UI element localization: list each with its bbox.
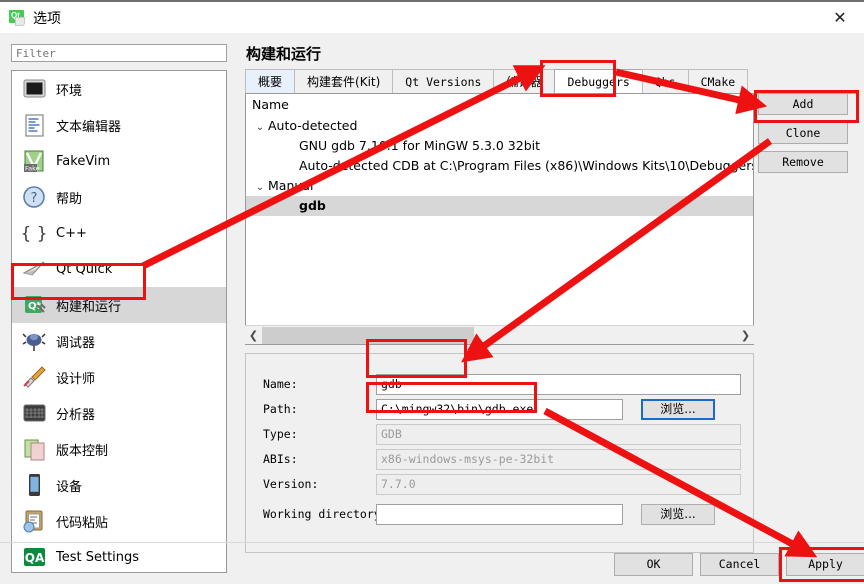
- svg-text:QA: QA: [25, 551, 45, 565]
- browse-button-5[interactable]: 浏览...: [641, 504, 715, 525]
- sidebar-item-1[interactable]: 文本编辑器: [12, 107, 226, 143]
- sidebar-item-label: 帮助: [56, 191, 83, 207]
- close-icon[interactable]: ✕: [826, 6, 854, 30]
- field-input-4: 7.7.0: [376, 474, 741, 495]
- chevron-down-icon[interactable]: ⌄: [252, 118, 268, 138]
- field-label-2: Type:: [263, 427, 298, 441]
- debuggers-tab-highlight: [540, 60, 616, 97]
- tab-0[interactable]: 概要: [245, 69, 296, 93]
- browse-button-1[interactable]: 浏览...: [641, 399, 715, 420]
- sidebar-item-label: 文本编辑器: [56, 119, 122, 135]
- options-dialog: Qt 选项 ✕ 环境文本编辑器FakeFakeVim?帮助{ }C++Qt Qu…: [0, 0, 864, 584]
- field-label-5: Working directory:: [263, 507, 388, 521]
- field-label-4: Version:: [263, 477, 319, 491]
- apply-button-highlight: [779, 547, 864, 582]
- sidebar-item-label: 调试器: [56, 335, 96, 351]
- scroll-right-arrow-icon[interactable]: ❯: [737, 327, 754, 344]
- sidebar-item-label: 代码粘贴: [56, 515, 109, 531]
- field-label-0: Name:: [263, 377, 298, 391]
- list-item[interactable]: GNU gdb 7.10.1 for MinGW 5.3.0 32bit: [246, 136, 753, 156]
- designer-brush-icon: [22, 365, 47, 390]
- clone-button[interactable]: Clone: [758, 122, 848, 144]
- svg-text:Fake: Fake: [25, 164, 40, 172]
- chevron-down-icon[interactable]: ⌄: [252, 178, 268, 198]
- code-paste-icon: [22, 509, 47, 534]
- field-input-2: GDB: [376, 424, 741, 445]
- sidebar-item-0[interactable]: 环境: [12, 71, 226, 107]
- sidebar-item-label: Test Settings: [56, 549, 140, 565]
- list-item-label: GNU gdb 7.10.1 for MinGW 5.3.0 32bit: [299, 138, 541, 153]
- sidebar-build-run-highlight: [11, 263, 146, 300]
- sidebar-item-11[interactable]: 设备: [12, 467, 226, 503]
- field-input-5[interactable]: [376, 504, 623, 525]
- filter-input[interactable]: [11, 44, 227, 62]
- tab-1[interactable]: 构建套件(Kit): [294, 69, 394, 93]
- add-button-highlight: [754, 90, 859, 123]
- analyzer-icon: [22, 401, 47, 426]
- list-item[interactable]: gdb: [246, 196, 753, 216]
- sidebar-item-2[interactable]: Fake FakeVim: [12, 143, 226, 179]
- device-phone-icon: [22, 473, 47, 498]
- footer-separator: [0, 542, 864, 543]
- fakevim-icon: Fake: [22, 149, 47, 174]
- ok-button[interactable]: OK: [614, 553, 693, 576]
- list-item[interactable]: Auto-detected CDB at C:\Program Files (x…: [246, 156, 753, 176]
- name-field-highlight: [366, 339, 467, 378]
- bug-icon: [22, 329, 47, 354]
- field-input-3: x86-windows-msys-pe-32bit: [376, 449, 741, 470]
- sidebar-item-12[interactable]: 代码粘贴: [12, 503, 226, 539]
- sidebar-item-10[interactable]: 版本控制: [12, 431, 226, 467]
- qa-icon: QA: [22, 545, 47, 570]
- page-title: 构建和运行: [246, 45, 322, 63]
- list-item-label: Auto-detected: [268, 118, 358, 133]
- category-list[interactable]: 环境 文本编辑器 Fake FakeVim? 帮助{ } C++ Qt Quick Qt 构建和…: [11, 70, 227, 573]
- sidebar-item-label: C++: [56, 225, 87, 241]
- sidebar-item-7[interactable]: 调试器: [12, 323, 226, 359]
- svg-text:?: ?: [31, 191, 38, 206]
- tab-6[interactable]: CMake: [687, 69, 749, 93]
- sidebar-item-9[interactable]: 分析器: [12, 395, 226, 431]
- braces-icon: { }: [20, 221, 47, 246]
- window-title: 选项: [33, 11, 61, 27]
- remove-button[interactable]: Remove: [758, 151, 848, 173]
- sidebar-item-label: 设计师: [56, 371, 96, 387]
- svg-text:{ }: { }: [22, 224, 47, 244]
- tab-5[interactable]: Qbs: [641, 69, 689, 93]
- sidebar-item-13[interactable]: QA Test Settings: [12, 539, 226, 572]
- qt-logo-icon: Qt: [9, 10, 26, 26]
- list-item[interactable]: ⌄ Auto-detected: [246, 116, 753, 136]
- debuggers-list[interactable]: Name ⌄ Auto-detected GNU gdb 7.10.1 for Mi…: [245, 93, 754, 345]
- sidebar-item-3[interactable]: ? 帮助: [12, 179, 226, 215]
- sidebar-item-label: 环境: [56, 83, 83, 99]
- sidebar-item-4[interactable]: { } C++: [12, 215, 226, 251]
- list-item-label: Auto-detected CDB at C:\Program Files (x…: [299, 158, 754, 173]
- path-field-highlight: [366, 382, 537, 413]
- field-label-3: ABIs:: [263, 452, 298, 466]
- scroll-left-arrow-icon[interactable]: ❮: [245, 327, 262, 344]
- title-bar: Qt 选项 ✕: [0, 2, 864, 33]
- sidebar-item-label: 版本控制: [56, 443, 109, 459]
- text-editor-icon: [22, 113, 47, 138]
- tab-2[interactable]: Qt Versions: [392, 69, 495, 93]
- sidebar: 环境文本编辑器FakeFakeVim?帮助{ }C++Qt QuickQt构建和…: [0, 33, 238, 584]
- list-item[interactable]: ⌄ Manual: [246, 176, 753, 196]
- horizontal-scrollbar[interactable]: ❮ ❯: [245, 325, 754, 344]
- monitor-icon: [22, 77, 47, 102]
- field-label-1: Path:: [263, 402, 298, 416]
- sidebar-item-label: FakeVim: [56, 153, 111, 169]
- list-column-header: Name: [246, 94, 753, 116]
- scrollbar-track[interactable]: [262, 326, 737, 344]
- sidebar-item-label: 设备: [56, 479, 83, 495]
- list-item-label: gdb: [299, 198, 326, 213]
- version-control-icon: [22, 437, 47, 462]
- cancel-button[interactable]: Cancel: [700, 553, 779, 576]
- list-item-label: Manual: [268, 178, 314, 193]
- sidebar-item-8[interactable]: 设计师: [12, 359, 226, 395]
- sidebar-item-label: 分析器: [56, 407, 96, 423]
- help-question-icon: ?: [22, 185, 47, 210]
